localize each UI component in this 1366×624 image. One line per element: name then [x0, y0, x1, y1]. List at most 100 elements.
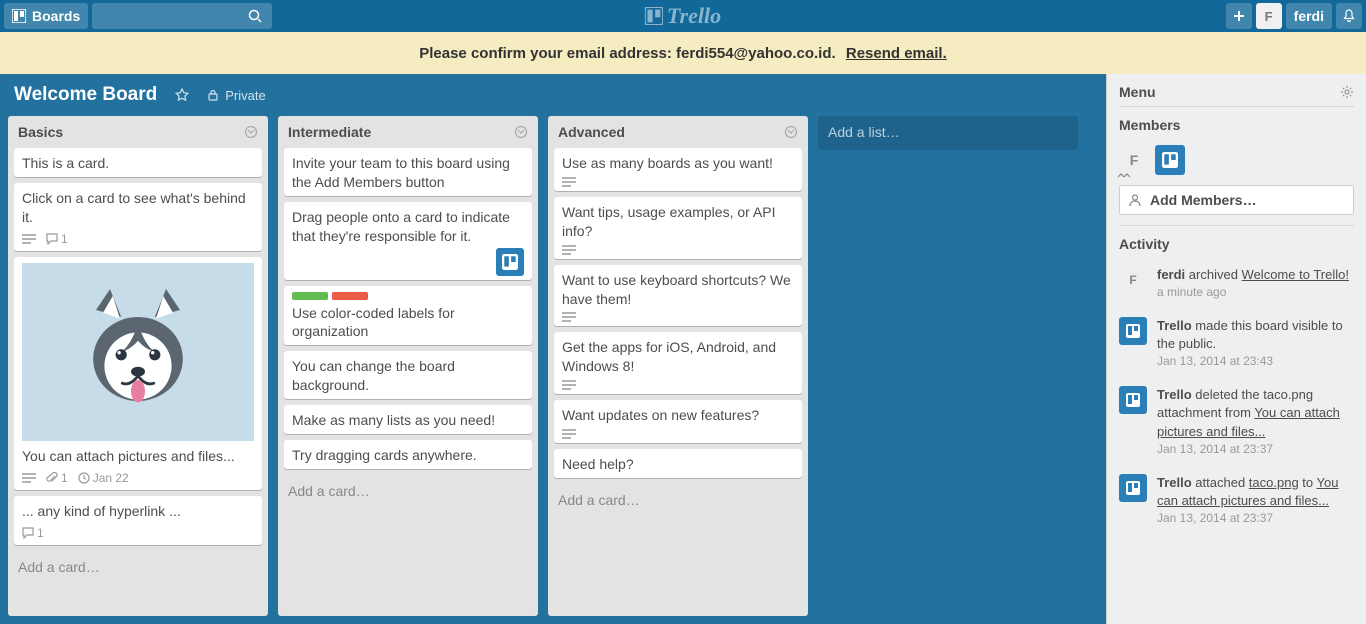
trello-avatar: [1119, 474, 1147, 502]
notifications-button[interactable]: [1336, 3, 1362, 29]
activity-header: Activity: [1107, 226, 1366, 258]
due-date-badge: Jan 22: [78, 470, 129, 486]
privacy-button[interactable]: Private: [207, 88, 265, 103]
app-header: Boards Trello F ferdi: [0, 0, 1366, 32]
add-card-button[interactable]: Add a card…: [278, 475, 538, 507]
trello-logo[interactable]: Trello: [645, 3, 721, 29]
card[interactable]: You can attach pictures and files... 1 Jan…: [14, 257, 262, 490]
attachment-badge: 1: [46, 470, 68, 486]
trello-avatar: [1119, 317, 1147, 345]
search-input[interactable]: [92, 3, 272, 29]
user-avatar: F: [1119, 266, 1147, 294]
card-title: ... any kind of hyperlink ...: [22, 502, 254, 521]
add-card-button[interactable]: Add a card…: [8, 551, 268, 583]
card[interactable]: You can change the board background.: [284, 351, 532, 399]
comments-badge: 1: [46, 231, 68, 247]
list-title[interactable]: Intermediate: [288, 124, 371, 140]
activity-item: Trello made this board visible to the pu…: [1119, 309, 1354, 378]
description-icon: [22, 234, 36, 244]
bell-icon: [1342, 9, 1356, 23]
list-title[interactable]: Basics: [18, 124, 63, 140]
lock-icon: [207, 89, 219, 101]
activity-item: Trello deleted the taco.png attachment f…: [1119, 378, 1354, 465]
list-column: Advanced Use as many boards as you want! W…: [548, 116, 808, 616]
card[interactable]: Use as many boards as you want!: [554, 148, 802, 191]
list-menu-button[interactable]: [514, 125, 528, 139]
card[interactable]: Want updates on new features?: [554, 400, 802, 443]
activity-timestamp: Jan 13, 2014 at 23:37: [1157, 441, 1354, 458]
activity-link[interactable]: Welcome to Trello!: [1242, 267, 1349, 282]
description-icon: [562, 380, 576, 390]
boards-label: Boards: [32, 8, 80, 24]
board-title[interactable]: Welcome Board: [14, 84, 157, 106]
card-title: Invite your team to this board using the…: [292, 154, 524, 192]
card[interactable]: This is a card.: [14, 148, 262, 177]
add-card-button[interactable]: Add a card…: [548, 484, 808, 516]
card-label: [332, 292, 368, 300]
list-title[interactable]: Advanced: [558, 124, 625, 140]
description-icon: [562, 312, 576, 322]
list-column: Intermediate Invite your team to this boa…: [278, 116, 538, 616]
boards-button[interactable]: Boards: [4, 3, 88, 29]
description-icon: [562, 429, 576, 439]
description-icon: [22, 473, 36, 483]
card-title: This is a card.: [22, 154, 254, 173]
members-list: F: [1107, 139, 1366, 185]
list-menu-button[interactable]: [784, 125, 798, 139]
trello-avatar: [1119, 386, 1147, 414]
card[interactable]: Click on a card to see what's behind it.…: [14, 183, 262, 251]
resend-email-link[interactable]: Resend email.: [846, 45, 947, 62]
list-cards: Invite your team to this board using the…: [278, 148, 538, 475]
card[interactable]: Get the apps for iOS, Android, and Windo…: [554, 332, 802, 394]
star-icon: [175, 88, 189, 102]
card-title: Make as many lists as you need!: [292, 411, 524, 430]
activity-timestamp: a minute ago: [1157, 284, 1349, 301]
menu-header[interactable]: Menu: [1107, 74, 1366, 106]
activity-item: Trello attached taco.png to You can atta…: [1119, 466, 1354, 535]
gear-icon[interactable]: [1340, 85, 1354, 99]
card[interactable]: Drag people onto a card to indicate that…: [284, 202, 532, 280]
admin-chevrons-icon: [1117, 171, 1131, 179]
card-title: Drag people onto a card to indicate that…: [292, 208, 524, 246]
card-title: Need help?: [562, 455, 794, 474]
card[interactable]: Invite your team to this board using the…: [284, 148, 532, 196]
activity-link[interactable]: You can attach pictures and files...: [1157, 405, 1340, 438]
search-icon: [248, 9, 262, 23]
activity-item: Fferdi archived Welcome to Trello!a minu…: [1119, 258, 1354, 309]
card-title: Want updates on new features?: [562, 406, 794, 425]
card-member-avatar[interactable]: [496, 248, 524, 276]
card[interactable]: Use color-coded labels for organization: [284, 286, 532, 346]
activity-link[interactable]: taco.png: [1249, 475, 1299, 490]
board-sidebar: Menu Members F Add Members… Activity Ffe…: [1106, 74, 1366, 624]
activity-timestamp: Jan 13, 2014 at 23:37: [1157, 510, 1354, 527]
email-confirm-banner: Please confirm your email address: ferdi…: [0, 32, 1366, 74]
add-list-button[interactable]: Add a list…: [818, 116, 1078, 150]
card-cover-image: [22, 263, 254, 441]
card[interactable]: Make as many lists as you need!: [284, 405, 532, 434]
star-board-button[interactable]: [175, 88, 189, 102]
add-members-button[interactable]: Add Members…: [1119, 185, 1354, 215]
card-title: Want to use keyboard shortcuts? We have …: [562, 271, 794, 309]
card[interactable]: Try dragging cards anywhere.: [284, 440, 532, 469]
member-avatar-trello[interactable]: [1155, 145, 1185, 175]
card[interactable]: ... any kind of hyperlink ... 1: [14, 496, 262, 545]
list-cards: Use as many boards as you want! Want tips…: [548, 148, 808, 484]
card[interactable]: Need help?: [554, 449, 802, 478]
user-avatar[interactable]: F: [1256, 3, 1282, 29]
card-title: Use color-coded labels for organization: [292, 304, 524, 342]
card-title: You can attach pictures and files...: [22, 447, 254, 466]
card-label: [292, 292, 328, 300]
list-menu-button[interactable]: [244, 125, 258, 139]
plus-icon: [1232, 9, 1246, 23]
card[interactable]: Want to use keyboard shortcuts? We have …: [554, 265, 802, 327]
trello-icon: [1162, 152, 1178, 168]
card[interactable]: Want tips, usage examples, or API info?: [554, 197, 802, 259]
comments-badge: 1: [22, 525, 44, 541]
list-cards: This is a card. Click on a card to see wh…: [8, 148, 268, 551]
activity-timestamp: Jan 13, 2014 at 23:43: [1157, 353, 1354, 370]
description-icon: [562, 245, 576, 255]
boards-icon: [12, 9, 26, 23]
create-button[interactable]: [1226, 3, 1252, 29]
user-menu-button[interactable]: ferdi: [1286, 3, 1332, 29]
card-title: Try dragging cards anywhere.: [292, 446, 524, 465]
